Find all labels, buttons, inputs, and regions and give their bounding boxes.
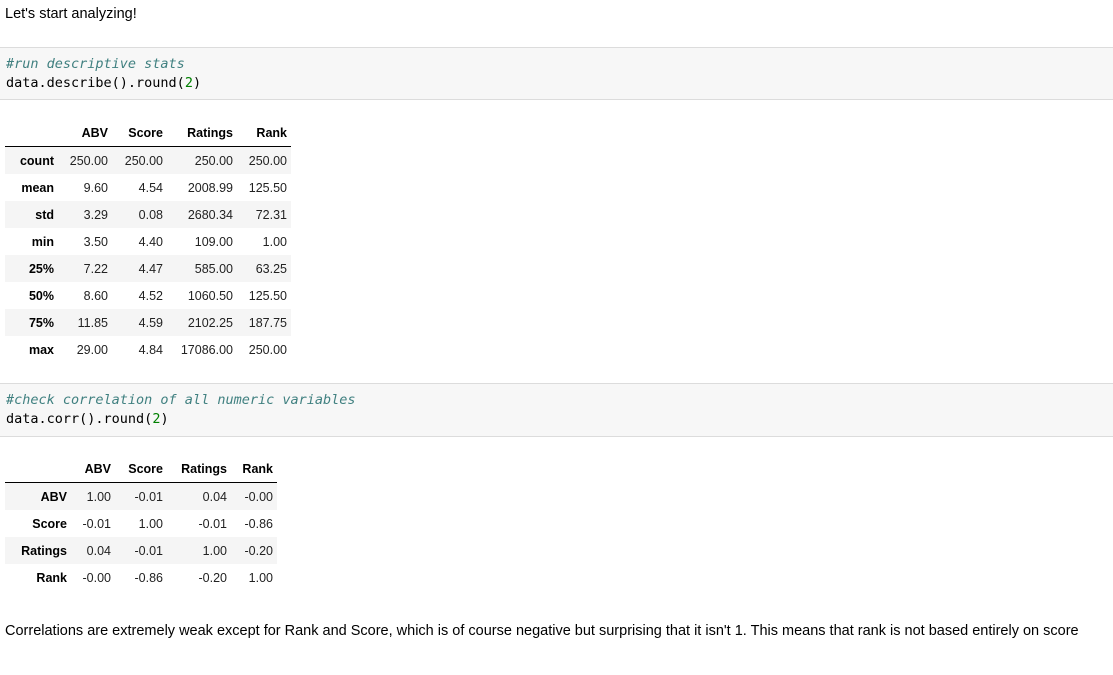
table-cell: 3.50 bbox=[83, 234, 108, 249]
table-row: 25% 7.22 4.47 585.00 63.25 bbox=[5, 255, 291, 282]
code-comment: #run descriptive stats bbox=[6, 56, 185, 72]
intro-text: Let's start analyzing! bbox=[5, 6, 137, 22]
code-comment: #check correlation of all numeric variab… bbox=[6, 392, 356, 408]
table-cell: 1.00 bbox=[248, 570, 273, 585]
table-cell: 250.00 bbox=[124, 153, 163, 168]
table-cell: 9.60 bbox=[83, 180, 108, 195]
conclusion-text: Correlations are extremely weak except f… bbox=[5, 623, 1079, 639]
table-header-cell: Score bbox=[112, 119, 167, 147]
table-header-cell bbox=[5, 455, 71, 483]
row-label: mean bbox=[21, 180, 54, 195]
table-cell: 11.85 bbox=[77, 315, 108, 330]
table-cell: 585.00 bbox=[194, 261, 233, 276]
code-text: data.describe().round( bbox=[6, 75, 185, 91]
table-cell: 8.60 bbox=[83, 288, 108, 303]
table-cell: 2102.25 bbox=[187, 315, 233, 330]
code-text: ) bbox=[160, 411, 169, 427]
row-label: max bbox=[28, 342, 54, 357]
table-header-cell: Rank bbox=[231, 455, 277, 483]
code-text: data.corr().round( bbox=[6, 411, 153, 427]
table-cell: 1.00 bbox=[262, 234, 287, 249]
table-cell: -0.00 bbox=[244, 489, 274, 504]
table-cell: 250.00 bbox=[194, 153, 233, 168]
row-label: 50% bbox=[28, 288, 54, 303]
table-cell: 250.00 bbox=[248, 342, 287, 357]
table-cell: 4.40 bbox=[138, 234, 163, 249]
table-cell: -0.01 bbox=[134, 543, 164, 558]
code-cell-describe[interactable]: #run descriptive stats data.describe().r… bbox=[0, 47, 1113, 100]
table-cell: -0.01 bbox=[134, 489, 164, 504]
row-label: std bbox=[35, 207, 54, 222]
correlation-output-table: ABV Score Ratings Rank ABV 1.00 -0.01 0.… bbox=[5, 455, 277, 591]
table-row: count 250.00 250.00 250.00 250.00 bbox=[5, 146, 291, 174]
row-label: 75% bbox=[28, 315, 54, 330]
table-header-cell bbox=[5, 119, 58, 147]
table-header-row: ABV Score Ratings Rank bbox=[5, 455, 277, 483]
table-cell: 7.22 bbox=[83, 261, 108, 276]
table-cell: 1060.50 bbox=[187, 288, 233, 303]
table-cell: 250.00 bbox=[248, 153, 287, 168]
code-cell-correlation[interactable]: #check correlation of all numeric variab… bbox=[0, 383, 1113, 437]
table-header-cell: ABV bbox=[71, 455, 115, 483]
table-cell: 29.00 bbox=[76, 342, 108, 357]
table-header-cell: ABV bbox=[58, 119, 112, 147]
table-header-cell: Score bbox=[115, 455, 167, 483]
table-row: ABV 1.00 -0.01 0.04 -0.00 bbox=[5, 482, 277, 510]
table-row: max 29.00 4.84 17086.00 250.00 bbox=[5, 336, 291, 363]
table-cell: 1.00 bbox=[138, 516, 163, 531]
table-cell: 109.00 bbox=[194, 234, 233, 249]
table-cell: 250.00 bbox=[69, 153, 108, 168]
table-row: min 3.50 4.40 109.00 1.00 bbox=[5, 228, 291, 255]
table-cell: -0.86 bbox=[244, 516, 274, 531]
table-cell: 125.50 bbox=[248, 288, 287, 303]
code-line: data.corr().round(2) bbox=[6, 410, 1113, 429]
table-cell: -0.01 bbox=[198, 516, 228, 531]
table-cell: 4.47 bbox=[138, 261, 163, 276]
table-cell: -0.01 bbox=[82, 516, 112, 531]
table-cell: -0.20 bbox=[244, 543, 274, 558]
code-number: 2 bbox=[184, 75, 193, 91]
table-cell: 0.04 bbox=[86, 543, 111, 558]
table-cell: 187.75 bbox=[248, 315, 287, 330]
table-cell: 4.52 bbox=[138, 288, 163, 303]
table-cell: 0.04 bbox=[202, 489, 227, 504]
row-label: ABV bbox=[40, 489, 67, 504]
table-cell: 1.00 bbox=[202, 543, 227, 558]
table-header-row: ABV Score Ratings Rank bbox=[5, 119, 291, 147]
table-cell: -0.20 bbox=[198, 570, 228, 585]
row-label: Ratings bbox=[21, 543, 67, 558]
table-cell: 72.31 bbox=[255, 207, 287, 222]
row-label: Score bbox=[32, 516, 67, 531]
table-header-cell: Ratings bbox=[167, 455, 231, 483]
table-row: Ratings 0.04 -0.01 1.00 -0.20 bbox=[5, 537, 277, 564]
table-cell: 125.50 bbox=[248, 180, 287, 195]
table-cell: 4.84 bbox=[138, 342, 163, 357]
table-cell: 4.59 bbox=[138, 315, 163, 330]
table-row: Rank -0.00 -0.86 -0.20 1.00 bbox=[5, 564, 277, 591]
row-label: Rank bbox=[36, 570, 67, 585]
table-cell: 17086.00 bbox=[180, 342, 233, 357]
table-row: 50% 8.60 4.52 1060.50 125.50 bbox=[5, 282, 291, 309]
table-cell: 0.08 bbox=[138, 207, 163, 222]
table-cell: -0.86 bbox=[134, 570, 164, 585]
row-label: 25% bbox=[28, 261, 54, 276]
describe-output-table: ABV Score Ratings Rank count 250.00 250.… bbox=[5, 119, 291, 363]
table-row: mean 9.60 4.54 2008.99 125.50 bbox=[5, 174, 291, 201]
table-cell: -0.00 bbox=[82, 570, 112, 585]
code-text: ) bbox=[192, 75, 202, 91]
table-cell: 63.25 bbox=[255, 261, 287, 276]
table-cell: 3.29 bbox=[83, 207, 108, 222]
row-label: min bbox=[31, 234, 54, 249]
table-cell: 2008.99 bbox=[187, 180, 233, 195]
code-line: data.describe().round(2) bbox=[6, 74, 1113, 93]
row-label: count bbox=[19, 153, 54, 168]
table-cell: 4.54 bbox=[138, 180, 163, 195]
table-cell: 1.00 bbox=[86, 489, 111, 504]
table-row: Score -0.01 1.00 -0.01 -0.86 bbox=[5, 510, 277, 537]
table-cell: 2680.34 bbox=[187, 207, 233, 222]
table-row: 75% 11.85 4.59 2102.25 187.75 bbox=[5, 309, 291, 336]
table-header-cell: Ratings bbox=[167, 119, 237, 147]
table-row: std 3.29 0.08 2680.34 72.31 bbox=[5, 201, 291, 228]
table-header-cell: Rank bbox=[237, 119, 291, 147]
